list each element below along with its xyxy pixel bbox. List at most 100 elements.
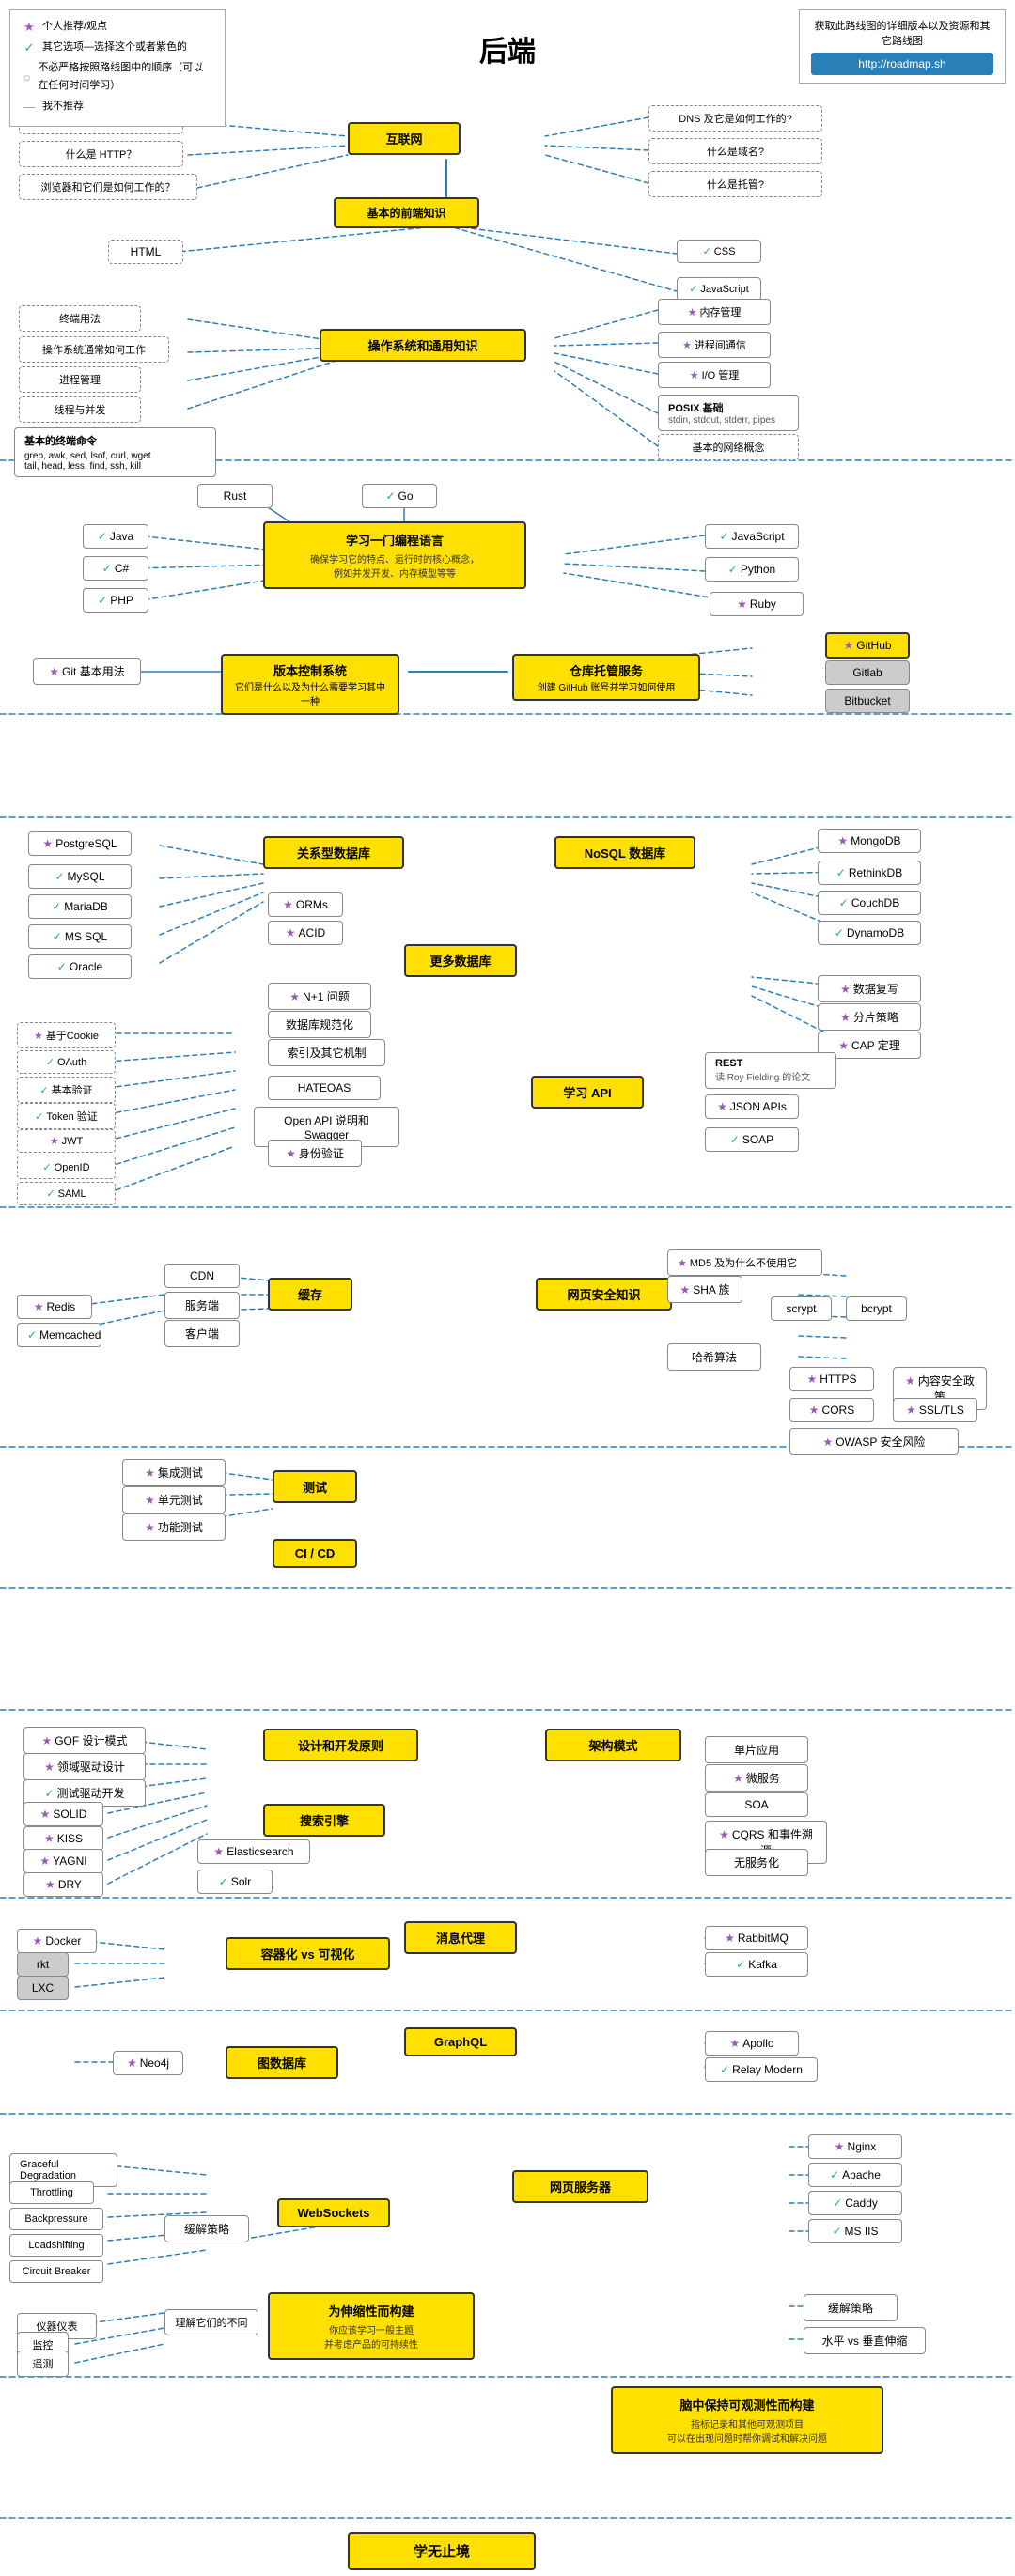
node-orm: ★ORMs: [268, 892, 343, 917]
node-rest: REST 读 Roy Fielding 的论文: [705, 1052, 836, 1089]
legend-label-personal: 个人推荐/观点: [42, 18, 107, 37]
conn-internet-4: [545, 117, 648, 136]
node-saml: ✓SAML: [17, 1182, 116, 1205]
node-io: ★I/O 管理: [658, 362, 771, 388]
node-javascript-lang: ✓JavaScript: [705, 524, 799, 549]
node-go: ✓Go: [362, 484, 437, 508]
conn-design-5: [108, 1806, 207, 1838]
node-github: ★GitHub: [825, 632, 910, 659]
conn-os-4: [188, 357, 348, 409]
node-rust: Rust: [197, 484, 273, 508]
personal-icon: ★: [22, 20, 37, 35]
conn-monitor-3: [75, 2344, 164, 2363]
node-owasp: ★OWASP 安全风险: [789, 1428, 959, 1455]
node-hosting: 什么是托管?: [648, 171, 822, 197]
node-couchdb: ✓CouchDB: [818, 891, 921, 915]
conn-auth-5: [108, 1109, 235, 1141]
node-understand-diff: 理解它们的不同: [164, 2309, 258, 2335]
node-kiss: ★KISS: [23, 1826, 103, 1851]
conn-internet-2: [188, 146, 348, 155]
conn-lang-r2: [564, 564, 705, 571]
node-posix: POSIX 基础 stdin, stdout, stderr, pipes: [658, 395, 799, 431]
conn-sec-4: [799, 1336, 846, 1338]
node-acid: ★ACID: [268, 921, 343, 945]
conn-auth-2: [108, 1052, 235, 1062]
node-observability: 脑中保持可观测性而构建 指标记录和其他可观测项目可以在出现问题时帮你调试和解决问…: [611, 2386, 883, 2454]
conn-internet-3: [197, 155, 348, 188]
conn-os-r2: [554, 343, 658, 346]
node-mitigate: 缓解策略: [164, 2215, 249, 2242]
legend-item-personal: ★ 个人推荐/观点: [22, 18, 213, 37]
conn-os-r3: [554, 353, 658, 374]
conn-auth-4: [108, 1090, 235, 1114]
conn-os-r4: [554, 362, 658, 413]
node-arch: 架构模式: [545, 1729, 681, 1761]
node-caddy: ✓Caddy: [808, 2191, 902, 2215]
node-terminal: 终端用法: [19, 305, 141, 332]
node-java: ✓Java: [83, 524, 148, 549]
roadmap-url-button[interactable]: http://roadmap.sh: [811, 53, 993, 75]
node-dns: DNS 及它是如何工作的?: [648, 105, 822, 132]
node-bcrypt: bcrypt: [846, 1296, 907, 1321]
node-domain: 什么是域名?: [648, 138, 822, 164]
node-terminal-cmd: 基本的终端命令 grep, awk, sed, lsof, curl, wget…: [14, 427, 216, 477]
node-ruby: ★Ruby: [710, 592, 804, 616]
node-cors: ★CORS: [789, 1398, 874, 1422]
main-title: 后端: [479, 28, 536, 70]
node-horizontal-vertical: 水平 vs 垂直伸缩: [804, 2327, 926, 2354]
node-graph-db: 图数据库: [226, 2046, 338, 2079]
node-json-api: ★JSON APIs: [705, 1094, 799, 1119]
conn-db-l1: [160, 846, 263, 864]
node-integration-test: ★集成测试: [122, 1459, 226, 1486]
node-os: 操作系统和通用知识: [320, 329, 526, 362]
node-forever: 学无止境: [348, 2532, 536, 2570]
node-basic-auth: ✓基本验证: [17, 1077, 116, 1103]
node-webserver: 网页服务器: [512, 2170, 648, 2203]
legend-label-optional: 不必严格按照路线图中的顺序（可以在任何时间学习）: [38, 59, 213, 97]
node-process-mgmt: 进程管理: [19, 366, 141, 393]
node-cookie-auth: ★基于Cookie: [17, 1022, 116, 1048]
node-soap: ✓SOAP: [705, 1127, 799, 1152]
node-git: ★Git 基本用法: [33, 658, 141, 685]
node-css: ✓CSS: [677, 240, 761, 263]
conn-os-r5: [554, 371, 658, 446]
node-token-auth: ✓Token 验证: [17, 1103, 116, 1129]
conn-db-l3: [160, 883, 263, 907]
node-cache: 缓存: [268, 1278, 352, 1311]
node-normalize: 数据库规范化: [268, 1011, 371, 1038]
node-relay: ✓Relay Modern: [705, 2057, 818, 2082]
conn-design-6: [108, 1820, 207, 1860]
node-circuit-breaker: Circuit Breaker: [9, 2260, 103, 2283]
conn-design-7: [108, 1834, 207, 1884]
legend-item-optional: ○ 不必严格按照路线图中的顺序（可以在任何时间学习）: [22, 59, 213, 97]
node-html: HTML: [108, 240, 183, 264]
node-telemetry: 遥测: [17, 2351, 69, 2377]
conn-ws-1: [108, 2165, 207, 2175]
node-repo-hosting: 仓库托管服务 创建 GitHub 账号并学习如何使用: [512, 654, 700, 701]
node-design: 设计和开发原则: [263, 1729, 418, 1761]
legend-label-not-recommended: 我不推荐: [42, 98, 84, 116]
conn-frontend-html: [160, 225, 446, 254]
conn-frontend-css: [446, 225, 677, 254]
node-more-db: 更多数据库: [404, 944, 517, 977]
node-oracle: ✓Oracle: [28, 954, 132, 979]
conn-internet-6: [545, 155, 648, 183]
node-sharding: ★分片策略: [818, 1003, 921, 1031]
node-yagni: ★YAGNI: [23, 1849, 103, 1873]
node-graphql: GraphQL: [404, 2027, 517, 2056]
info-text: 获取此路线图的详细版本以及资源和其它路线图: [811, 18, 993, 48]
node-mongodb: ★MongoDB: [818, 829, 921, 853]
node-gitlab: Gitlab: [825, 660, 910, 685]
conn-db-l4: [160, 892, 263, 935]
node-lang: 学习一门编程语言 确保学习它的特点、运行时的核心概念，例如并发开发、内存模型等等: [263, 521, 526, 589]
node-security: 网页安全知识: [536, 1278, 672, 1311]
node-scale-mitigate: 缓解策略: [804, 2294, 898, 2321]
legend-item-other: ✓ 其它选项—选择这个或者紫色的: [22, 39, 213, 57]
node-container: 容器化 vs 可视化: [226, 1937, 390, 1970]
node-hash: 哈希算法: [667, 1343, 761, 1371]
node-identity: ★身份验证: [268, 1140, 362, 1167]
node-unit-test: ★单元测试: [122, 1486, 226, 1513]
node-client-side: 客户端: [164, 1320, 240, 1347]
node-relational-db: 关系型数据库: [263, 836, 404, 869]
node-memory: ★内存管理: [658, 299, 771, 325]
